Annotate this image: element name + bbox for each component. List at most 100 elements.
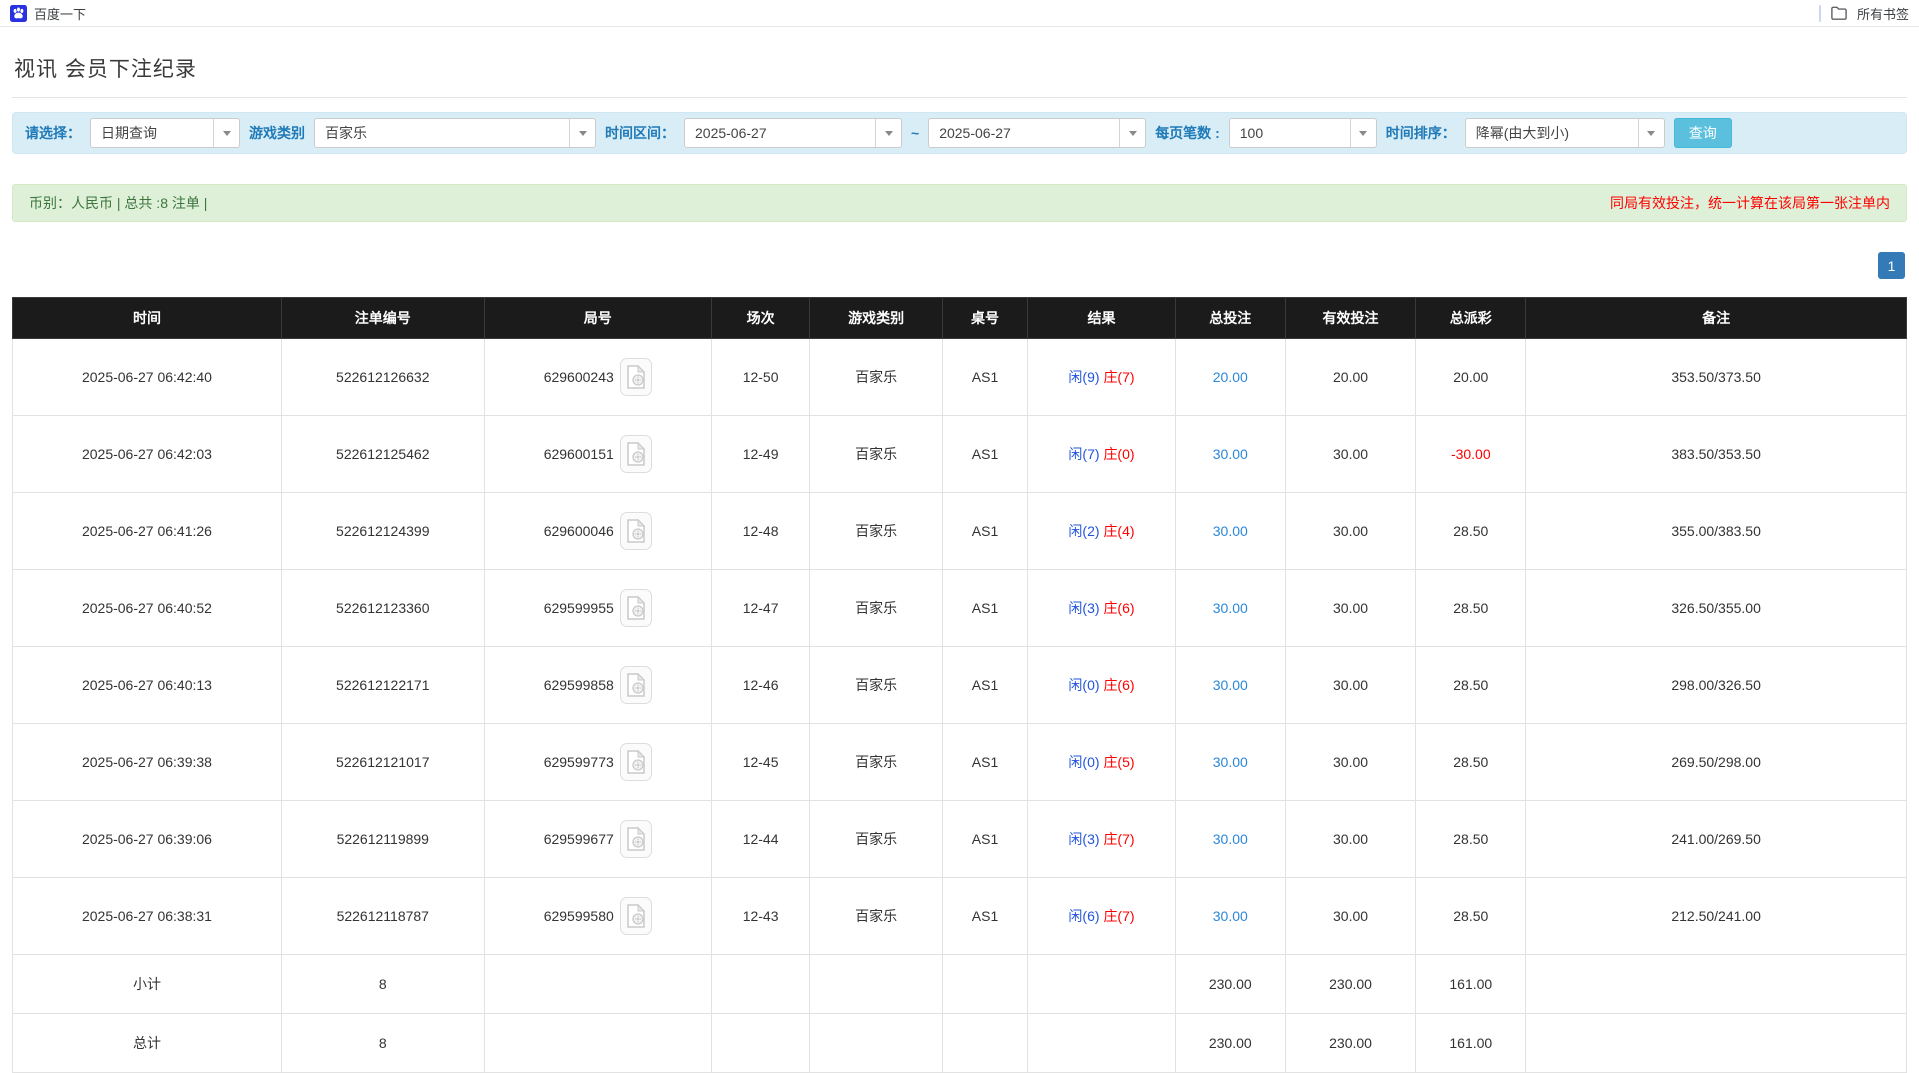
table-row: 2025-06-27 06:40:13 522612122171 6295998… bbox=[12, 646, 1907, 724]
video-record-button[interactable] bbox=[619, 666, 652, 704]
cell-time: 2025-06-27 06:42:03 bbox=[12, 415, 282, 493]
table-row: 2025-06-27 06:39:06 522612119899 6295996… bbox=[12, 800, 1907, 878]
page-1-button[interactable]: 1 bbox=[1878, 252, 1905, 279]
chevron-down-icon bbox=[1637, 119, 1664, 147]
total-total-bet: 230.00 bbox=[1174, 1013, 1286, 1073]
cell-table: AS1 bbox=[941, 877, 1029, 955]
all-bookmarks-label: 所有书签 bbox=[1856, 6, 1909, 22]
cell-round: 629599858 bbox=[483, 646, 712, 724]
total-bet-link[interactable]: 30.00 bbox=[1213, 600, 1248, 616]
header-bet-id: 注单编号 bbox=[280, 297, 485, 339]
date-range-label: 时间区间： bbox=[605, 125, 675, 141]
page-size-label: 每页笔数 : bbox=[1155, 125, 1220, 141]
header-valid-bet: 有效投注 bbox=[1284, 297, 1417, 339]
total-bet-link[interactable]: 30.00 bbox=[1213, 446, 1248, 462]
cell-table: AS1 bbox=[941, 415, 1029, 493]
cell-bet-id: 522612122171 bbox=[280, 646, 485, 724]
cell-remark: 383.50/353.50 bbox=[1525, 415, 1907, 493]
cell-game-type: 百家乐 bbox=[809, 646, 943, 724]
date-from-value: 2025-06-27 bbox=[695, 125, 767, 141]
cell-remark: 326.50/355.00 bbox=[1525, 569, 1907, 647]
result-banker: 庄(7) bbox=[1103, 369, 1135, 385]
title-divider bbox=[12, 97, 1907, 98]
sort-order-select[interactable]: 降幂(由大到小) bbox=[1464, 118, 1665, 148]
cell-bet-id: 522612123360 bbox=[280, 569, 485, 647]
header-session: 场次 bbox=[710, 297, 811, 339]
total-bet-link[interactable]: 30.00 bbox=[1213, 754, 1248, 770]
result-player: 闲(7) bbox=[1068, 446, 1100, 462]
cell-round: 629599773 bbox=[483, 723, 712, 801]
page-size-select[interactable]: 100 bbox=[1228, 118, 1377, 148]
cell-payout: 28.50 bbox=[1415, 569, 1527, 647]
round-number: 629599580 bbox=[543, 908, 614, 924]
table-row: 2025-06-27 06:40:52 522612123360 6295999… bbox=[12, 569, 1907, 647]
cell-session: 12-50 bbox=[710, 338, 811, 416]
table-row: 2025-06-27 06:42:03 522612125462 6296001… bbox=[12, 415, 1907, 493]
video-record-button[interactable] bbox=[619, 897, 652, 935]
folder-icon bbox=[1830, 5, 1848, 21]
cell-total-bet: 30.00 bbox=[1174, 646, 1286, 724]
total-bet-link[interactable]: 20.00 bbox=[1213, 369, 1248, 385]
chevron-down-icon bbox=[875, 119, 901, 147]
result-player: 闲(6) bbox=[1068, 908, 1100, 924]
header-table: 桌号 bbox=[941, 297, 1029, 339]
total-count: 8 bbox=[280, 1013, 485, 1073]
round-number: 629599677 bbox=[543, 831, 614, 847]
cell-payout: 28.50 bbox=[1415, 646, 1527, 724]
result-banker: 庄(6) bbox=[1103, 677, 1135, 693]
cell-valid-bet: 30.00 bbox=[1284, 877, 1417, 955]
cell-result: 闲(3) 庄(6) bbox=[1027, 569, 1176, 647]
video-record-button[interactable] bbox=[619, 358, 652, 396]
sort-order-value: 降幂(由大到小) bbox=[1475, 125, 1570, 141]
subtotal-count: 8 bbox=[280, 954, 485, 1014]
game-type-select[interactable]: 百家乐 bbox=[314, 118, 596, 148]
cell-round: 629599580 bbox=[483, 877, 712, 955]
video-record-button[interactable] bbox=[619, 820, 652, 858]
cell-payout: 28.50 bbox=[1415, 723, 1527, 801]
video-record-button[interactable] bbox=[619, 743, 652, 781]
total-payout: 161.00 bbox=[1415, 1013, 1527, 1073]
bookmarks-bar: 百度一下 所有书签 bbox=[0, 0, 1919, 27]
cell-total-bet: 30.00 bbox=[1174, 569, 1286, 647]
chevron-down-icon bbox=[213, 119, 239, 147]
video-record-button[interactable] bbox=[619, 435, 652, 473]
date-to-value: 2025-06-27 bbox=[939, 125, 1011, 141]
total-label: 总计 bbox=[12, 1013, 282, 1073]
total-bet-link[interactable]: 30.00 bbox=[1213, 831, 1248, 847]
date-from-select[interactable]: 2025-06-27 bbox=[684, 118, 902, 148]
cell-table: AS1 bbox=[941, 569, 1029, 647]
search-button[interactable]: 查询 bbox=[1673, 118, 1732, 148]
cell-time: 2025-06-27 06:38:31 bbox=[12, 877, 282, 955]
video-record-button[interactable] bbox=[619, 512, 652, 550]
cell-game-type: 百家乐 bbox=[809, 800, 943, 878]
cell-session: 12-44 bbox=[710, 800, 811, 878]
date-to-select[interactable]: 2025-06-27 bbox=[928, 118, 1147, 148]
total-bet-link[interactable]: 30.00 bbox=[1213, 677, 1248, 693]
cell-total-bet: 30.00 bbox=[1174, 415, 1286, 493]
cell-bet-id: 522612121017 bbox=[280, 723, 485, 801]
video-record-button[interactable] bbox=[619, 589, 652, 627]
cell-bet-id: 522612124399 bbox=[280, 492, 485, 570]
bookmark-baidu[interactable]: 百度一下 bbox=[10, 4, 86, 23]
result-player: 闲(3) bbox=[1068, 600, 1100, 616]
cell-game-type: 百家乐 bbox=[809, 338, 943, 416]
cell-round: 629600243 bbox=[483, 338, 712, 416]
cell-remark: 298.00/326.50 bbox=[1525, 646, 1907, 724]
all-bookmarks[interactable]: 所有书签 bbox=[1818, 4, 1909, 23]
cell-payout: -30.00 bbox=[1415, 415, 1527, 493]
table-row: 2025-06-27 06:39:38 522612121017 6295997… bbox=[12, 723, 1907, 801]
result-player: 闲(2) bbox=[1068, 523, 1100, 539]
total-bet-link[interactable]: 30.00 bbox=[1213, 523, 1248, 539]
cell-valid-bet: 20.00 bbox=[1284, 338, 1417, 416]
query-mode-select[interactable]: 日期查询 bbox=[90, 118, 240, 148]
result-banker: 庄(7) bbox=[1103, 908, 1135, 924]
bookmarks-divider bbox=[1818, 4, 1821, 22]
total-bet-link[interactable]: 30.00 bbox=[1213, 908, 1248, 924]
cell-game-type: 百家乐 bbox=[809, 723, 943, 801]
result-player: 闲(0) bbox=[1068, 677, 1100, 693]
bookmark-label: 百度一下 bbox=[34, 6, 87, 22]
game-type-value: 百家乐 bbox=[325, 125, 367, 141]
cell-session: 12-43 bbox=[710, 877, 811, 955]
cell-round: 629600046 bbox=[483, 492, 712, 570]
result-banker: 庄(5) bbox=[1103, 754, 1135, 770]
